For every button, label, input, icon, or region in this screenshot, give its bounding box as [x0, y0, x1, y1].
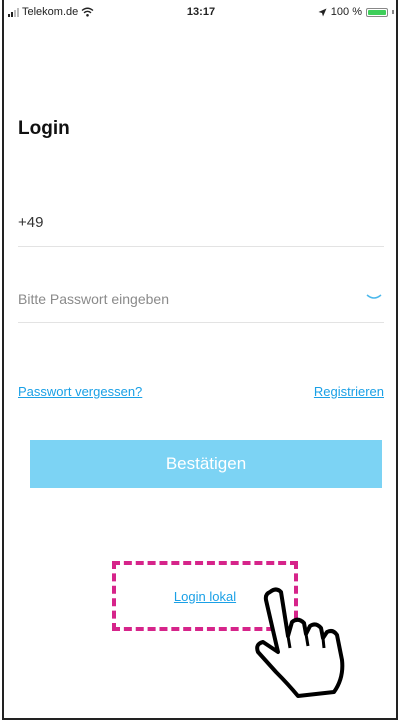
forgot-password-link[interactable]: Passwort vergessen?	[18, 384, 142, 399]
battery-tip	[392, 10, 394, 14]
confirm-button[interactable]: Bestätigen	[30, 440, 382, 488]
country-code[interactable]: +49	[18, 214, 43, 231]
pointing-hand-icon	[255, 587, 345, 698]
phone-field[interactable]: +49	[18, 208, 384, 247]
location-arrow-icon	[318, 8, 327, 16]
status-right: 100 %	[318, 6, 394, 18]
page-title: Login	[18, 118, 70, 139]
password-row	[18, 284, 384, 323]
battery-percent: 100 %	[330, 6, 362, 18]
status-bar: Telekom.de 13:17 100 %	[8, 6, 394, 24]
password-field[interactable]	[18, 284, 338, 314]
eye-closed-icon[interactable]	[366, 292, 382, 302]
register-link[interactable]: Registrieren	[314, 384, 384, 399]
battery-icon	[366, 7, 388, 17]
